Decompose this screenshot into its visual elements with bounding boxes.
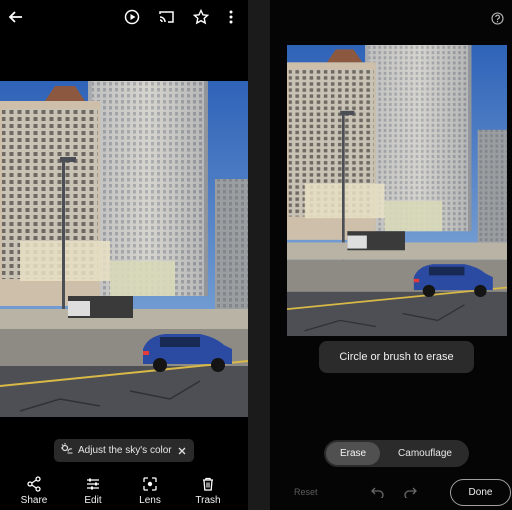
more-vert-icon[interactable] <box>228 9 234 25</box>
trash-label: Trash <box>195 495 221 506</box>
share-button[interactable]: Share <box>12 476 56 506</box>
trash-button[interactable]: Trash <box>186 476 230 506</box>
help-icon[interactable] <box>491 12 504 25</box>
panel-divider <box>248 0 270 510</box>
motion-play-icon[interactable] <box>124 9 140 25</box>
camouflage-mode-button[interactable]: Camouflage <box>384 442 466 465</box>
share-label: Share <box>20 495 48 506</box>
edit-photo[interactable] <box>287 45 507 336</box>
share-icon <box>12 476 56 492</box>
erase-hint-toast: Circle or brush to erase <box>319 341 474 373</box>
photo-viewer-panel: Adjust the sky's color Share Edit Lens T… <box>0 0 248 510</box>
back-arrow-icon[interactable] <box>8 9 24 25</box>
adjust-sky-chip[interactable]: Adjust the sky's color <box>54 439 194 462</box>
mode-toggle: Erase Camouflage <box>324 440 469 467</box>
done-button[interactable]: Done <box>450 479 511 506</box>
erase-mode-button[interactable]: Erase <box>326 442 380 465</box>
photo[interactable] <box>0 81 248 417</box>
trash-icon <box>186 476 230 492</box>
lens-icon <box>128 476 172 492</box>
cast-icon[interactable] <box>158 9 175 25</box>
edit-button[interactable]: Edit <box>71 476 115 506</box>
lens-label: Lens <box>139 495 161 506</box>
undo-icon[interactable] <box>371 486 384 498</box>
chip-text: Adjust the sky's color <box>78 445 172 456</box>
magic-eraser-panel: Circle or brush to erase Erase Camouflag… <box>270 0 512 510</box>
edit-label: Edit <box>84 495 102 506</box>
redo-icon[interactable] <box>404 486 417 498</box>
sky-adjust-icon <box>60 442 73 460</box>
close-icon[interactable] <box>176 444 188 462</box>
star-icon[interactable] <box>193 9 209 25</box>
reset-button[interactable]: Reset <box>294 487 318 497</box>
lens-button[interactable]: Lens <box>128 476 172 506</box>
sliders-icon <box>71 476 115 492</box>
